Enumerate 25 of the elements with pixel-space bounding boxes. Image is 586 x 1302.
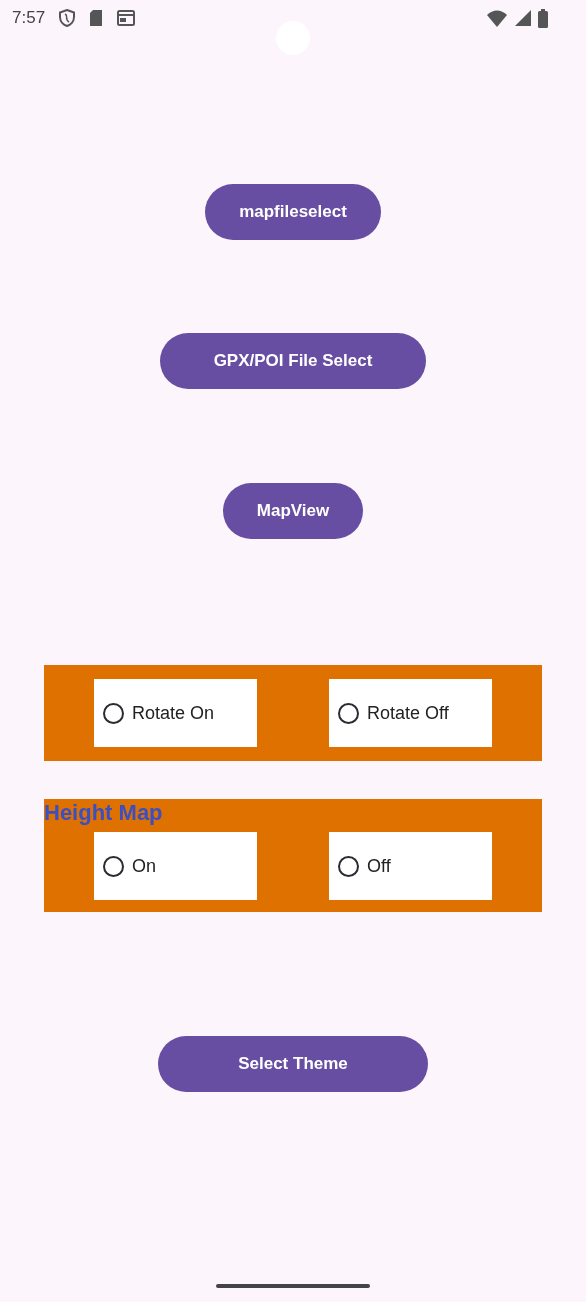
radio-button[interactable]	[338, 702, 359, 724]
action-button[interactable]: mapfileselect	[205, 184, 381, 240]
action-button[interactable]: GPX/POI File Select	[159, 333, 427, 389]
action-button[interactable]: MapView	[222, 483, 364, 539]
status-time: 7:57	[12, 8, 46, 28]
sd-card-icon	[89, 9, 104, 27]
radio-label: On	[132, 855, 156, 877]
section-title: Height Map	[44, 799, 164, 826]
shield-icon	[59, 9, 76, 27]
calendar-icon	[117, 10, 136, 26]
radio-label: Rotate Off	[367, 702, 449, 724]
battery-icon	[538, 8, 548, 28]
radio-label: Off	[367, 855, 391, 877]
radio-option[interactable]: Off	[329, 832, 492, 900]
navigation-handle[interactable]	[216, 1284, 370, 1288]
select-theme-button[interactable]: Select Theme	[158, 1036, 428, 1092]
radio-option[interactable]: On	[94, 832, 257, 900]
radio-button[interactable]	[338, 855, 359, 877]
radio-option[interactable]: Rotate On	[94, 679, 257, 747]
signal-icon	[514, 9, 532, 27]
radio-option[interactable]: Rotate Off	[329, 679, 492, 747]
radio-label: Rotate On	[132, 702, 215, 724]
radio-button[interactable]	[103, 855, 124, 877]
radio-button[interactable]	[103, 702, 124, 724]
wifi-icon	[486, 9, 508, 27]
